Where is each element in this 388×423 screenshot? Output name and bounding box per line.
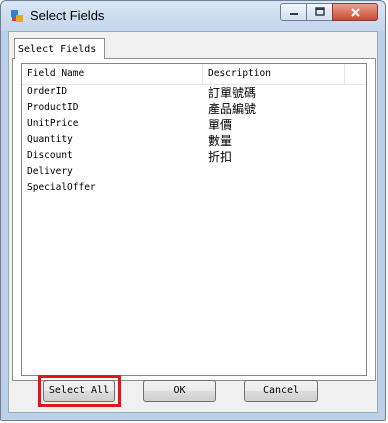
tab-panel: Field Name Description OrderID 訂單號碼 Prod… — [12, 58, 376, 381]
list-item[interactable]: ProductID 產品編號 — [22, 100, 366, 116]
field-description: 產品編號 — [208, 102, 257, 116]
field-description: 單價 — [208, 118, 233, 132]
field-name: Delivery — [27, 166, 73, 177]
list-item[interactable]: SpecialOffer — [22, 180, 366, 196]
dialog-client-area: Select Fields Field Name Description Ord… — [8, 31, 378, 413]
field-description: 訂單號碼 — [208, 86, 257, 100]
list-rows: OrderID 訂單號碼 ProductID 產品編號 UnitPrice 單價… — [22, 84, 366, 196]
maximize-icon — [314, 7, 325, 16]
field-name: SpecialOffer — [27, 182, 96, 193]
column-header-field-name[interactable]: Field Name — [22, 64, 203, 84]
app-icon — [11, 10, 23, 22]
cancel-button[interactable]: Cancel — [244, 380, 318, 402]
field-name: Quantity — [27, 134, 73, 145]
list-item[interactable]: Discount 折扣 — [22, 148, 366, 164]
window-title: Select Fields — [30, 8, 105, 23]
field-description: 折扣 — [208, 150, 233, 164]
field-name: Discount — [27, 150, 73, 161]
list-item[interactable]: Quantity 數量 — [22, 132, 366, 148]
select-all-button[interactable]: Select All — [43, 380, 115, 402]
list-item[interactable]: UnitPrice 單價 — [22, 116, 366, 132]
column-header-filler — [345, 64, 366, 84]
fields-list[interactable]: Field Name Description OrderID 訂單號碼 Prod… — [21, 63, 367, 376]
column-header-description[interactable]: Description — [203, 64, 345, 84]
field-name: UnitPrice — [27, 118, 79, 129]
field-description: 數量 — [208, 134, 233, 148]
list-header: Field Name Description — [22, 64, 366, 85]
minimize-button[interactable] — [280, 3, 307, 21]
minimize-icon — [289, 13, 298, 15]
field-name: OrderID — [27, 86, 68, 97]
field-name: ProductID — [27, 102, 79, 113]
ok-button[interactable]: OK — [143, 380, 216, 402]
list-item[interactable]: Delivery — [22, 164, 366, 180]
maximize-button[interactable] — [306, 3, 333, 21]
close-button[interactable] — [332, 3, 378, 21]
list-item[interactable]: OrderID 訂單號碼 — [22, 84, 366, 100]
close-icon — [350, 7, 360, 17]
select-fields-dialog: Select Fields Select Fields Field Name D… — [0, 0, 386, 421]
title-bar[interactable]: Select Fields — [1, 1, 385, 31]
tab-select-fields[interactable]: Select Fields — [14, 38, 105, 59]
